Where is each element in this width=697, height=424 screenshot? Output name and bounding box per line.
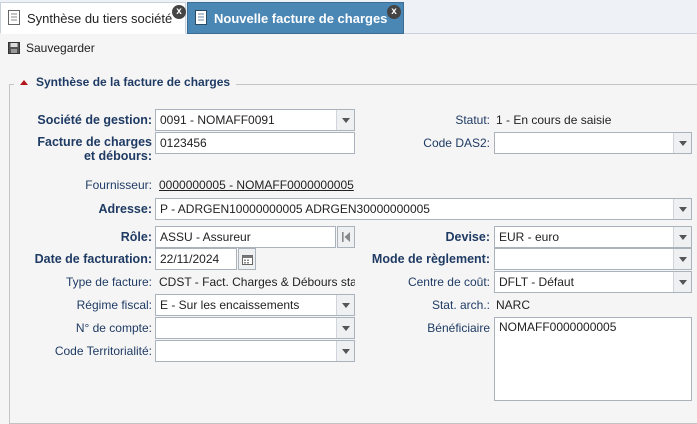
section-title: Synthèse de la facture de charges: [36, 75, 231, 89]
close-icon[interactable]: x: [172, 5, 186, 19]
fournisseur-label: Fournisseur:: [85, 178, 152, 192]
regime-fiscal-select[interactable]: E - Sur les encaissements: [155, 294, 355, 316]
societe-gestion-select[interactable]: 0091 - NOMAFF0091: [155, 109, 355, 131]
statut-label: Statut:: [455, 113, 490, 127]
code-territorialite-label: Code Territorialité:: [54, 344, 152, 358]
mode-reglement-select[interactable]: [494, 248, 692, 270]
close-icon[interactable]: x: [387, 5, 401, 19]
code-das2-select[interactable]: [494, 132, 692, 154]
chevron-down-icon[interactable]: [336, 295, 354, 315]
save-label: Sauvegarder: [26, 41, 95, 55]
save-button[interactable]: Sauvegarder: [8, 40, 95, 56]
chevron-down-icon[interactable]: [673, 272, 691, 292]
role-value: ASSU - Assureur: [160, 230, 251, 244]
section-legend[interactable]: Synthèse de la facture de charges: [14, 75, 237, 89]
beneficiaire-label: Bénéficiaire: [427, 321, 490, 335]
tab-label: Nouvelle facture de charges: [214, 10, 388, 26]
num-compte-label: N° de compte:: [75, 321, 152, 335]
tab-nouvelle-facture[interactable]: Nouvelle facture de charges x: [187, 2, 404, 34]
toolbar: Sauvegarder: [0, 35, 697, 61]
facture-input[interactable]: 0123456: [155, 132, 355, 154]
date-facturation-value: 22/11/2024: [160, 252, 220, 266]
devise-select[interactable]: EUR - euro: [494, 226, 692, 248]
facture-label-line1: Facture de charges: [37, 135, 152, 149]
code-das2-label: Code DAS2:: [423, 136, 490, 150]
tab-label: Synthèse du tiers société: [27, 10, 173, 26]
role-lookup-button[interactable]: [337, 226, 355, 248]
type-facture-value: CDST - Fact. Charges & Débours stan: [159, 275, 355, 289]
devise-label: Devise:: [445, 230, 490, 244]
calendar-icon: [241, 254, 253, 265]
num-compte-select[interactable]: [155, 317, 355, 339]
societe-gestion-label: Société de gestion:: [37, 113, 152, 127]
date-facturation-label: Date de facturation:: [34, 252, 152, 266]
document-icon: [195, 10, 207, 25]
regime-fiscal-value: E - Sur les encaissements: [160, 298, 300, 312]
beneficiaire-textarea[interactable]: NOMAFF0000000005: [494, 317, 692, 401]
societe-gestion-value: 0091 - NOMAFF0091: [160, 113, 275, 127]
stat-arch-value: NARC: [496, 298, 531, 312]
mode-reglement-label: Mode de règlement:: [371, 252, 490, 266]
fournisseur-link[interactable]: 0000000005 - NOMAFF0000000005: [159, 178, 354, 192]
code-territorialite-select[interactable]: [155, 340, 355, 362]
adresse-value: P - ADRGEN10000000005 ADRGEN30000000005: [160, 202, 430, 216]
tab-bar: Synthèse du tiers société x Nouvelle fac…: [0, 0, 697, 34]
role-label: Rôle:: [120, 230, 152, 244]
centre-cout-value: DFLT - Défaut: [499, 275, 574, 289]
save-disk-icon: [8, 42, 20, 54]
skip-first-icon: [342, 232, 350, 242]
role-input[interactable]: ASSU - Assureur: [155, 226, 336, 248]
type-facture-label: Type de facture:: [65, 275, 152, 289]
tab-synthese-tiers[interactable]: Synthèse du tiers société x: [0, 2, 186, 34]
chevron-down-icon[interactable]: [673, 133, 691, 153]
statut-value: 1 - En cours de saisie: [496, 113, 612, 127]
document-icon: [8, 10, 20, 25]
centre-cout-select[interactable]: DFLT - Défaut: [494, 271, 692, 293]
adresse-label: Adresse:: [98, 202, 153, 216]
devise-value: EUR - euro: [499, 230, 560, 244]
stat-arch-label: Stat. arch.:: [431, 298, 490, 312]
date-facturation-input[interactable]: 22/11/2024: [155, 248, 237, 270]
facture-label-line2: et débours:: [83, 149, 152, 163]
chevron-down-icon[interactable]: [336, 318, 354, 338]
facture-value: 0123456: [160, 136, 207, 150]
chevron-down-icon[interactable]: [336, 341, 354, 361]
chevron-down-icon[interactable]: [336, 110, 354, 130]
regime-fiscal-label: Régime fiscal:: [76, 298, 152, 312]
chevron-down-icon[interactable]: [673, 249, 691, 269]
adresse-select[interactable]: P - ADRGEN10000000005 ADRGEN30000000005: [155, 198, 692, 220]
collapse-arrow-icon[interactable]: [20, 79, 28, 85]
centre-cout-label: Centre de coût:: [407, 275, 490, 289]
chevron-down-icon[interactable]: [673, 199, 691, 219]
chevron-down-icon[interactable]: [673, 227, 691, 247]
beneficiaire-value: NOMAFF0000000005: [499, 320, 617, 334]
calendar-button[interactable]: [238, 248, 256, 270]
